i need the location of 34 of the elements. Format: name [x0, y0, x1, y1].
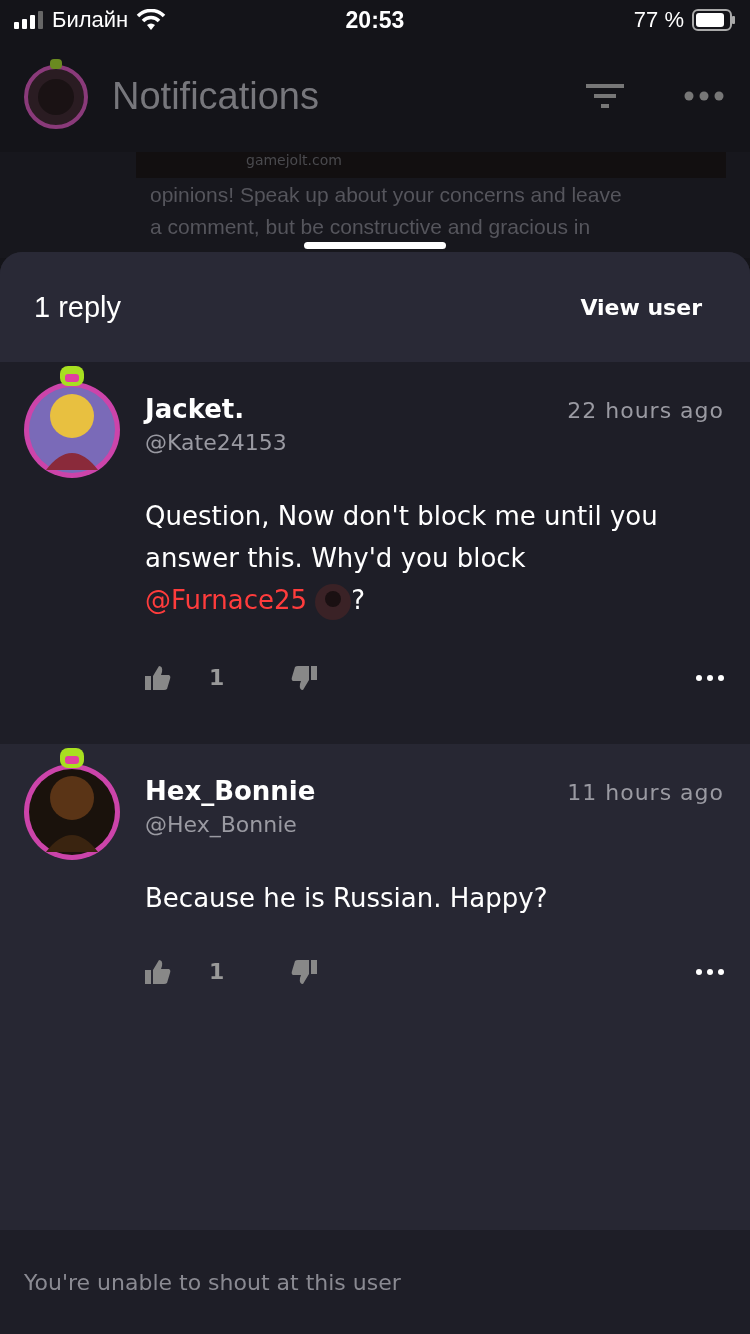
reply-count: 1 reply [34, 290, 122, 324]
thumbs-down-icon[interactable] [291, 959, 317, 984]
signal-icon [14, 11, 44, 29]
like-count: 1 [209, 959, 226, 984]
more-icon[interactable] [696, 968, 724, 975]
post-text-line: a comment, but be constructive and gracious in [150, 214, 591, 240]
thumbs-up-icon[interactable] [145, 959, 171, 984]
clock-time: 20:53 [345, 6, 405, 34]
mention-link[interactable]: @Furnace25 [145, 585, 308, 615]
page-title: Notifications [112, 74, 320, 118]
mini-avatar-icon [315, 583, 352, 620]
avatar-icon[interactable] [22, 57, 90, 129]
carrier-name: Билайн [52, 7, 129, 33]
user-handle[interactable]: @Kate24153 [145, 430, 724, 455]
user-handle[interactable]: @Hex_Bonnie [145, 812, 724, 837]
wifi-icon [136, 9, 167, 31]
battery-percent: 77 % [633, 7, 684, 33]
filter-icon[interactable] [586, 82, 624, 110]
timestamp: 11 hours ago [567, 780, 724, 805]
thumbs-down-icon[interactable] [291, 665, 317, 690]
thumbs-up-icon[interactable] [145, 665, 171, 690]
drag-handle[interactable] [304, 242, 446, 249]
battery-icon [692, 9, 736, 31]
timestamp: 22 hours ago [567, 398, 724, 423]
comment-text: Question, Now don't block me until you answer this. Why'd you block @Furnace25 ? [145, 495, 724, 621]
post-text-line: opinions! Speak up about your concerns and leave [150, 182, 622, 208]
like-count: 1 [209, 665, 226, 690]
notice-text: You're unable to shout at this user [24, 1269, 401, 1295]
more-icon[interactable] [696, 674, 724, 681]
view-user-button[interactable]: View user [580, 294, 702, 320]
user-name[interactable]: Hex_Bonnie [145, 776, 316, 806]
comment-text: Because he is Russian. Happy? [145, 882, 549, 915]
image-caption: gamejolt.com [246, 152, 342, 168]
user-name[interactable]: Jacket. [145, 394, 245, 424]
